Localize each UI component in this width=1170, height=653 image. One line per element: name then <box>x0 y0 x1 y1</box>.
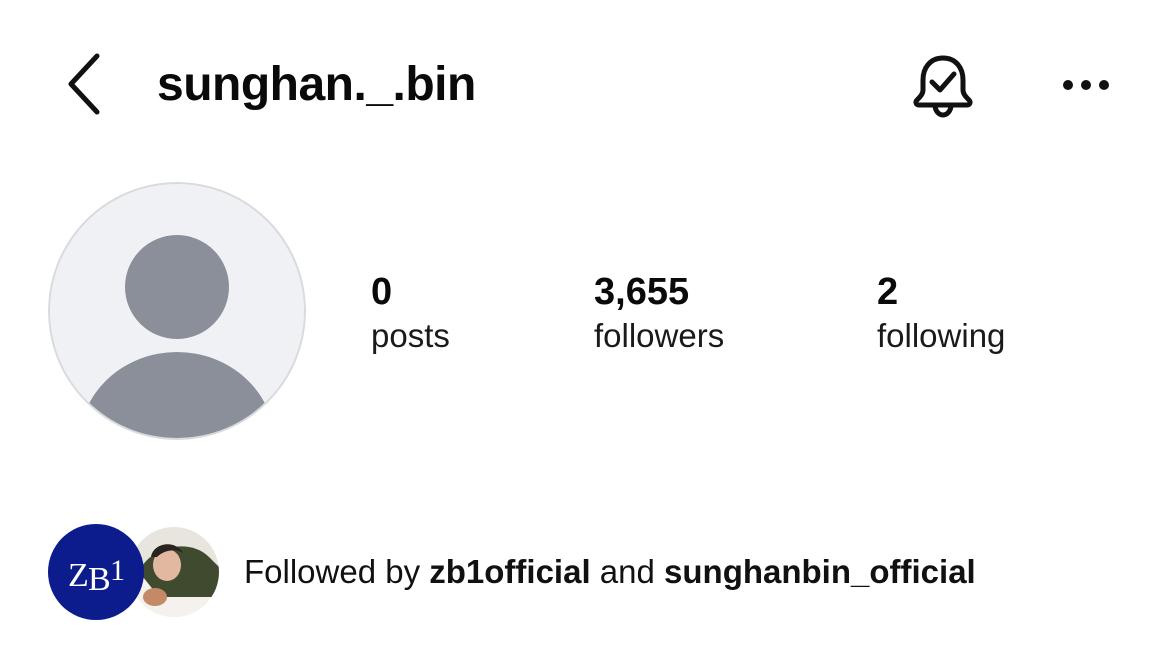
posts-stat[interactable]: 0 posts <box>371 270 450 358</box>
chevron-left-icon <box>68 53 100 115</box>
notifications-button[interactable] <box>905 48 981 124</box>
svg-text:Z: Z <box>68 557 87 594</box>
default-avatar-icon <box>48 182 306 440</box>
followers-label: followers <box>594 317 725 354</box>
svg-text:1: 1 <box>110 554 124 587</box>
mutual-avatars: Z B 1 <box>46 522 222 622</box>
followed-by-prefix: Followed by <box>244 553 421 590</box>
more-horizontal-icon <box>1063 80 1109 90</box>
svg-text:B: B <box>88 561 110 594</box>
followers-count: 3,655 <box>594 271 690 313</box>
profile-avatar[interactable] <box>48 182 306 440</box>
mutual-followers-row[interactable]: Z B 1 Followed by zb1official and sungha… <box>46 522 1146 622</box>
posts-count: 0 <box>371 271 393 313</box>
followers-stat[interactable]: 3,655 followers <box>594 270 724 358</box>
posts-label: posts <box>371 317 450 354</box>
profile-header: sunghan._.bin <box>0 0 1170 170</box>
back-button[interactable] <box>58 50 108 118</box>
following-stat[interactable]: 2 following <box>877 270 1005 358</box>
followed-by-conjunction: and <box>599 553 655 590</box>
followed-by-text: Followed by zb1official and sunghanbin_o… <box>244 550 976 594</box>
mutual-user-link-2[interactable]: sunghanbin_official <box>664 553 976 590</box>
more-options-button[interactable] <box>1055 60 1117 110</box>
bell-check-icon <box>913 55 973 118</box>
mutual-user-link-1[interactable]: zb1official <box>429 553 590 590</box>
zb1-logo: Z B 1 <box>48 524 144 620</box>
profile-username: sunghan._.bin <box>157 58 476 111</box>
following-label: following <box>877 317 1006 354</box>
zb1official-avatar[interactable]: Z B 1 <box>48 524 144 620</box>
following-count: 2 <box>877 271 899 313</box>
